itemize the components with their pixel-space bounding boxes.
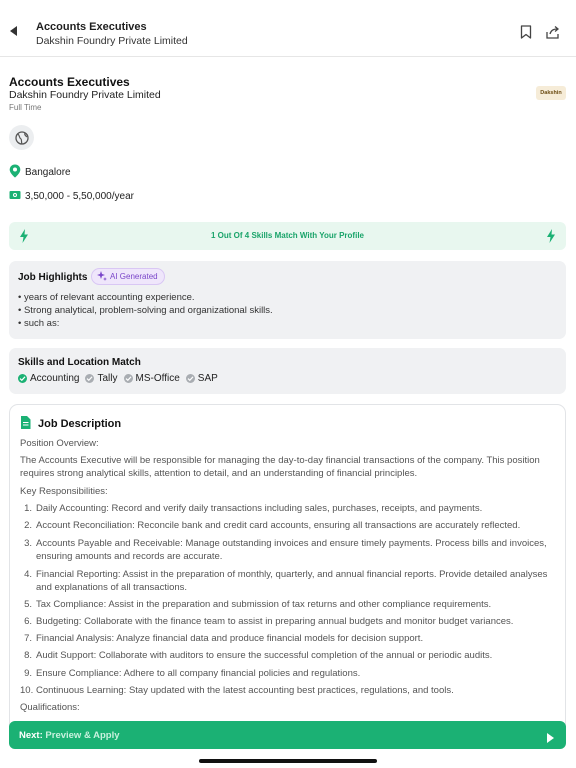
lightning-icon: [546, 229, 556, 243]
ai-badge-label: AI Generated: [110, 272, 158, 281]
list-item: 5. Tax Compliance: Assist in the preparat…: [24, 599, 492, 610]
skill-sap: SAP: [185, 373, 218, 384]
skill-label: MS-Office: [135, 373, 180, 384]
header-subtitle: Dakshin Foundry Private Limited: [36, 35, 188, 47]
skill-ms-office: MS-Office: [123, 373, 180, 384]
bookmark-icon[interactable]: [520, 25, 534, 41]
play-arrow-icon: [547, 730, 554, 743]
overview-label: Position Overview:: [20, 438, 99, 449]
list-item: 8. Audit Support: Collaborate with audito…: [24, 650, 493, 661]
skills-list: Accounting Tally MS-Office SAP: [18, 373, 224, 384]
skills-match-text: 1 Out Of 4 Skills Match With Your Profil…: [211, 231, 364, 240]
location-text: Bangalore: [25, 167, 71, 178]
back-arrow-icon[interactable]: [10, 26, 20, 38]
skill-accounting: Accounting: [18, 373, 79, 384]
highlight-item: • such as:: [18, 318, 60, 329]
skill-tally: Tally: [85, 373, 118, 384]
list-item: 6. Budgeting: Collaborate with the financ…: [24, 616, 514, 627]
job-highlights-title: Job Highlights: [18, 272, 88, 283]
next-preview-apply-button[interactable]: Next: Preview & Apply: [9, 721, 566, 749]
next-label: Next:: [19, 730, 43, 741]
salary-text: 3,50,000 - 5,50,000/year: [25, 191, 134, 202]
highlight-item: • years of relevant accounting experienc…: [18, 292, 195, 303]
qualifications-label: Qualifications:: [20, 702, 80, 713]
company-logo: Dakshin: [536, 86, 566, 100]
list-item: 2. Account Reconciliation: Reconcile bank…: [24, 520, 521, 531]
skill-label: Accounting: [30, 373, 80, 384]
skills-match-banner[interactable]: 1 Out Of 4 Skills Match With Your Profil…: [9, 222, 566, 250]
job-description-title: Job Description: [38, 418, 122, 430]
list-item: 3. Accounts Payable and Receivable: Manag…: [24, 538, 547, 562]
share-icon[interactable]: [546, 25, 560, 41]
home-indicator[interactable]: [199, 759, 377, 763]
overview-text: The Accounts Executive will be responsib…: [20, 455, 540, 479]
check-circle-icon: [18, 374, 27, 383]
location-row: Bangalore: [9, 164, 71, 181]
sparkle-icon: [97, 270, 107, 283]
check-circle-icon: [185, 374, 195, 383]
job-description-card: Job Description Position Overview: The A…: [9, 404, 566, 744]
list-item: 7. Financial Analysis: Analyze financial …: [24, 633, 424, 644]
next-action: Preview & Apply: [45, 730, 120, 741]
skill-label: Tally: [97, 373, 118, 384]
highlight-item: • Strong analytical, problem-solving and…: [18, 305, 273, 316]
top-bar: Accounts Executives Dakshin Foundry Priv…: [0, 0, 576, 57]
employment-type: Full Time: [9, 103, 42, 112]
responsibilities-label: Key Responsibilities:: [20, 486, 108, 497]
list-item: 9. Ensure Compliance: Adhere to all compa…: [24, 668, 361, 679]
skills-location-panel: [9, 348, 566, 394]
check-circle-icon: [123, 374, 133, 383]
skill-label: SAP: [197, 373, 218, 384]
salary-row: 3,50,000 - 5,50,000/year: [9, 190, 134, 203]
ai-generated-badge: AI Generated: [91, 268, 165, 285]
globe-icon[interactable]: [9, 125, 34, 150]
company-name[interactable]: Dakshin Foundry Private Limited: [9, 89, 161, 101]
document-icon: [20, 416, 31, 432]
skills-location-title: Skills and Location Match: [18, 357, 141, 368]
job-title: Accounts Executives: [9, 75, 130, 89]
next-button-label: Next: Preview & Apply: [19, 730, 120, 741]
header-title: Accounts Executives: [36, 21, 147, 33]
cash-icon: [9, 190, 21, 203]
list-item: 10. Continuous Learning: Stay updated wit…: [20, 685, 454, 696]
location-pin-icon: [9, 164, 21, 181]
list-item: 4. Financial Reporting: Assist in the pre…: [24, 569, 548, 593]
check-circle-icon: [85, 374, 95, 383]
list-item: 1. Daily Accounting: Record and verify da…: [24, 503, 483, 514]
job-description-header: Job Description: [20, 416, 121, 432]
